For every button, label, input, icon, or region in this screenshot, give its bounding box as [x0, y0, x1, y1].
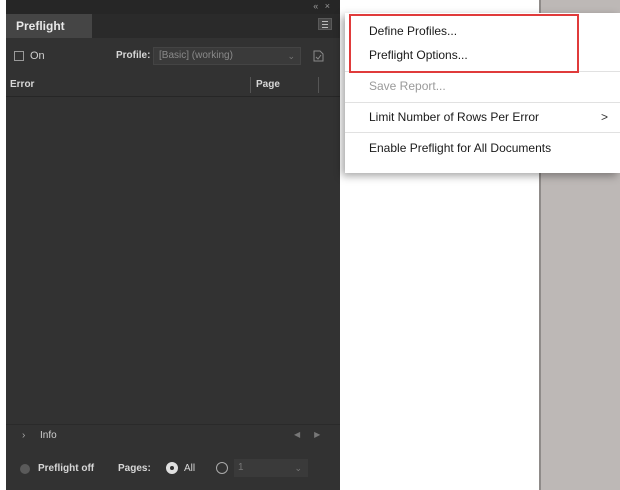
menu-item-limit-rows[interactable]: Limit Number of Rows Per Error: [369, 110, 539, 124]
on-label: On: [30, 50, 45, 62]
pages-all-radio[interactable]: [166, 462, 178, 474]
page-range-dropdown[interactable]: 1 ⌄: [234, 459, 308, 477]
highlight-box: [349, 14, 579, 73]
info-label: Info: [40, 430, 57, 441]
status-indicator-icon: [20, 464, 30, 474]
collapse-close-controls[interactable]: « ×: [313, 1, 332, 11]
column-header-page[interactable]: Page: [256, 79, 280, 90]
embed-profile-icon[interactable]: [311, 49, 325, 63]
status-bar: Preflight off Pages: All 1 ⌄: [6, 456, 340, 482]
preflight-status: Preflight off: [38, 463, 95, 474]
chevron-down-icon: ⌄: [294, 463, 302, 473]
profile-label: Profile:: [116, 50, 151, 61]
submenu-arrow-icon: >: [600, 110, 608, 124]
hamburger-icon-line: [322, 27, 328, 28]
preflight-toggle-row: On Profile: [Basic] (working) ⌄: [6, 46, 340, 68]
pages-label: Pages:: [118, 463, 151, 474]
column-divider: [318, 77, 319, 93]
menu-separator: [345, 102, 620, 103]
menu-item-enable-preflight-all[interactable]: Enable Preflight for All Documents: [369, 141, 551, 155]
chevron-right-icon[interactable]: ›: [22, 430, 25, 441]
profile-value: [Basic] (working): [159, 50, 233, 61]
info-section[interactable]: › Info ◀▶: [6, 424, 340, 447]
profile-dropdown[interactable]: [Basic] (working) ⌄: [153, 47, 301, 65]
menu-separator: [345, 132, 620, 133]
hamburger-icon: [322, 21, 328, 22]
panel-topbar: « ×: [6, 0, 340, 14]
page-range-value: 1: [238, 462, 244, 473]
chevron-down-icon: ⌄: [287, 51, 295, 61]
preflight-panel: « × Preflight On Profile: [Basic] (worki…: [6, 0, 340, 490]
all-label: All: [184, 463, 196, 474]
column-header-error[interactable]: Error: [10, 79, 34, 90]
hamburger-icon-line: [322, 24, 328, 25]
pages-range-radio[interactable]: [216, 462, 228, 474]
error-table-header: Error Page: [6, 74, 340, 97]
column-divider: [250, 77, 251, 93]
tab-bar-empty: [92, 14, 340, 38]
error-list[interactable]: [6, 97, 340, 417]
tab-preflight[interactable]: Preflight: [6, 14, 92, 38]
panel-menu-button[interactable]: [318, 18, 332, 30]
info-nav-arrows-icon[interactable]: ◀▶: [294, 430, 334, 439]
on-checkbox[interactable]: [14, 51, 24, 61]
menu-item-save-report: Save Report...: [369, 79, 446, 93]
